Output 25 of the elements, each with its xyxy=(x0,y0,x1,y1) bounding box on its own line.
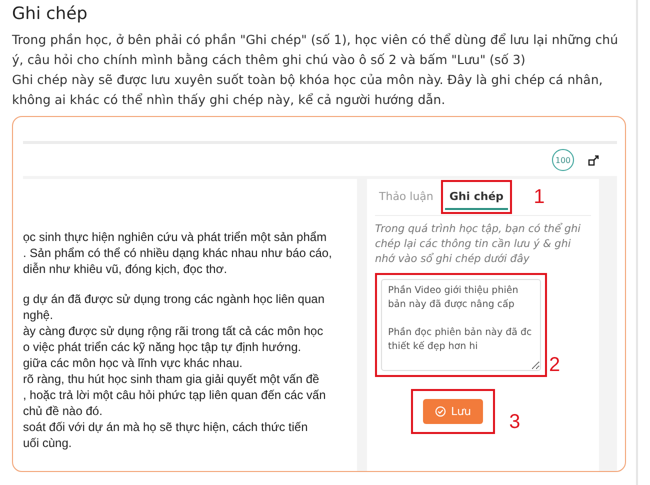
notes-hint: Trong quá trình học tập, bạn có thể ghi chép lại các thông tin cần lưu ý & ghi nhớ vào sổ ghi chép dưới đây xyxy=(375,222,582,267)
lesson-text-line: rõ ràng, thu hút học sinh tham gia giải quyết một vấn đề xyxy=(23,371,320,387)
section-heading: Ghi chép xyxy=(12,4,88,24)
intro-paragraph: Ghi chép này sẽ được lưu xuyên suốt toàn bộ khóa học của môn này. Đây là ghi chép cá nhân, không ai khác có thể nhìn thấy ghi chép này, kể cả người hướng dẫn. xyxy=(12,71,604,109)
expand-icon[interactable] xyxy=(588,154,599,166)
lesson-text-line: uối cùng. xyxy=(23,435,73,451)
note-field[interactable]: Phần Video giới thiệu phiên bản này đã được nâng cấp Phần đọc phiên bản này đã đc thiết kế đẹp hơn hi xyxy=(381,279,541,371)
marker-number: 2 xyxy=(549,354,560,377)
score-badge: 100 xyxy=(552,149,574,171)
check-circle-icon xyxy=(435,406,446,417)
lesson-text-line: chủ đề nào đó. xyxy=(23,403,104,419)
lesson-text-line: g dự án đã được sử dụng trong các ngành học liên quan xyxy=(23,291,326,307)
intro-paragraph: Trong phần học, ở bên phải có phần "Ghi chép" (số 1), học viên có thể dùng để lưu lại những chú ý, câu hỏi cho chính mình bằng cách thêm ghi chú vào ô số 2 và bấm "Lưu" (số 3) xyxy=(12,31,620,69)
lesson-text-line: . Sản phẩm có thể có nhiều dạng khác nhau như báo cáo, xyxy=(23,245,333,261)
marker-number: 3 xyxy=(509,411,520,434)
panel-tab[interactable]: Ghi chép xyxy=(445,184,508,210)
marker-number: 1 xyxy=(534,186,545,208)
lesson-text-line: ày càng được sử dụng rộng rãi trong tất cả các môn học xyxy=(23,323,324,339)
lesson-text-line: nghệ. xyxy=(23,307,54,323)
lesson-text-line: o việc phát triển các kỹ năng học tập tự định hướng. xyxy=(23,339,302,355)
lesson-text-line: ọc sinh thực hiện nghiên cứu và phát triển một sản phẩm xyxy=(23,229,328,245)
lesson-text-line: soát đối với dự án mà họ sẽ thực hiện, cách thức tiến xyxy=(23,419,309,435)
lesson-text-line: diễn như khiêu vũ, đóng kịch, đọc thơ. xyxy=(23,261,228,277)
lesson-text-line: , hoặc trả lời một câu hỏi phức tạp liên quan đến các vấn xyxy=(23,387,327,403)
lesson-text-line: giữa các môn học và lĩnh vực khác nhau. xyxy=(23,355,244,371)
